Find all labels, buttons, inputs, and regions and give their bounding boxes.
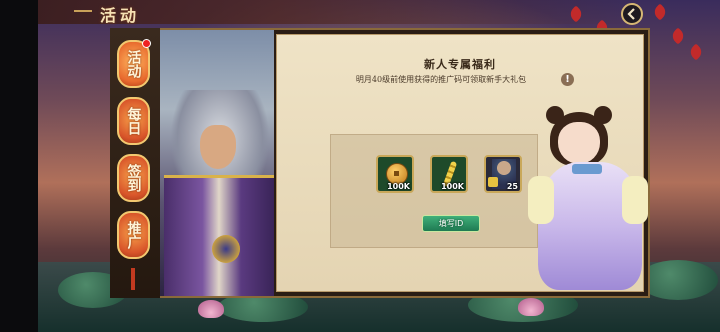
tab-daily[interactable]: 每日 [117,97,150,145]
guide-character [528,106,650,302]
character-face [558,122,600,164]
tab-signin[interactable]: 签到 [117,154,150,202]
tab-label: 签到 [125,164,142,192]
notification-dot [142,39,151,48]
lantern-tassel [131,268,135,290]
back-arrow-icon [627,8,635,20]
promo-description: 明月40级前使用获得的推广码可领取新手大礼包 [355,75,527,84]
hair-bun [594,106,612,124]
character-sleeve [622,176,648,224]
promo-title: 新人专属福利 [424,58,496,71]
tab-activity[interactable]: 活动 [117,39,151,88]
armor-medallion [212,235,240,263]
tab-label: 每日 [125,107,142,135]
tab-label: 活动 [125,50,142,78]
title-ornament [74,10,92,12]
lily-pad [638,260,718,300]
enter-id-button[interactable]: 填写ID [422,215,480,232]
page-title: 活动 [100,6,141,25]
reward-item-hero-fragment[interactable]: 25 [484,155,522,193]
back-button[interactable] [621,3,643,25]
reward-count: 100K [387,182,410,191]
tab-label: 推广 [125,221,142,249]
tab-promotion[interactable]: 推广 [117,211,150,259]
lotus-flower [198,300,224,318]
hero-artwork [160,30,274,296]
reward-count: 100K [441,182,464,191]
hair-bun [546,106,564,124]
reward-count: 25 [506,182,518,191]
hero-face [200,125,236,169]
reward-item-grain[interactable]: 100K [430,155,468,193]
character-sleeve [528,176,554,224]
character-sash [572,164,602,174]
reward-item-coin[interactable]: 100K [376,155,414,193]
info-icon[interactable]: ! [561,73,574,86]
puzzle-piece-icon [488,177,498,187]
